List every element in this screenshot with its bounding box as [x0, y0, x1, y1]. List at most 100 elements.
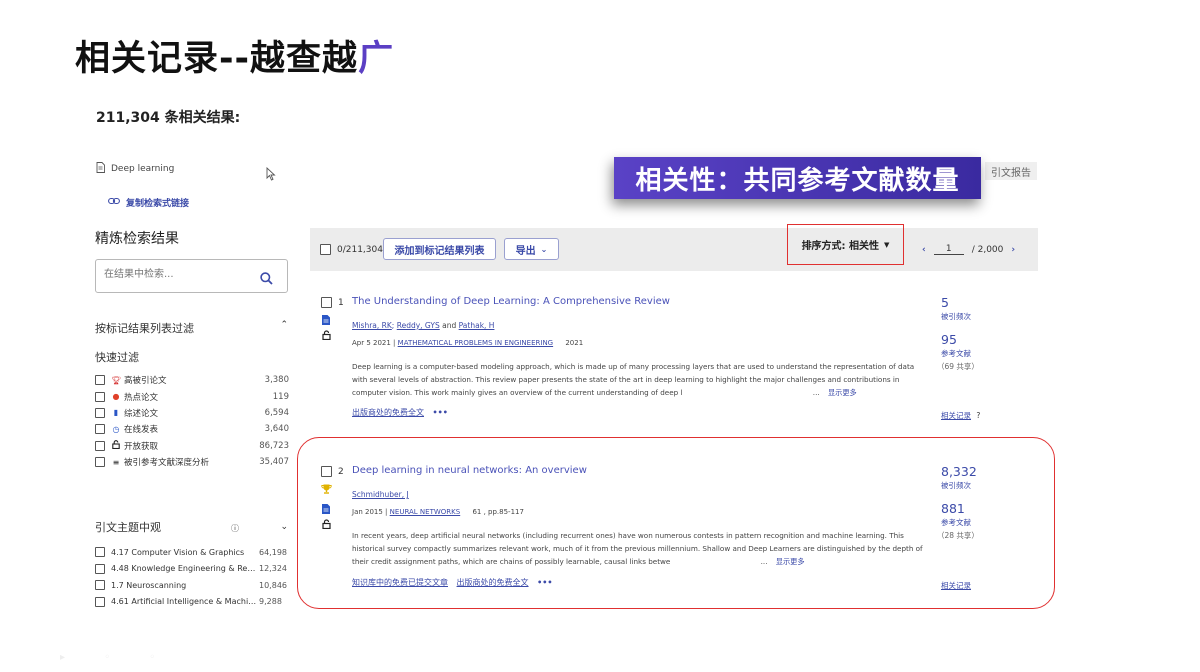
refine-search-input[interactable] — [102, 268, 256, 281]
refine-results-title: 精炼检索结果 — [95, 231, 179, 247]
record-date: Apr 5 2021 | — [352, 339, 396, 347]
quick-filter-label: 开放获取 — [124, 441, 159, 452]
refine-search-box[interactable] — [95, 259, 288, 293]
references-count[interactable]: 95 — [941, 332, 957, 347]
quick-filter-title: 快速过滤 — [95, 351, 139, 364]
document-icon: ▮ — [113, 408, 119, 418]
checkbox[interactable] — [95, 457, 105, 468]
page-input[interactable]: 1 — [933, 244, 964, 255]
link-icon — [108, 197, 120, 208]
checkbox[interactable] — [95, 424, 105, 435]
prev-page-icon[interactable]: ‹ — [922, 245, 926, 255]
times-cited-count[interactable]: 5 — [941, 295, 949, 310]
filter-by-marked-header[interactable]: 按标记结果列表过滤 ⌃ — [95, 320, 288, 336]
checkbox[interactable] — [95, 596, 105, 607]
info-icon[interactable]: ⓘ — [231, 524, 239, 533]
copy-link-label: 复制检索式链接 — [126, 199, 190, 209]
chevron-up-icon[interactable]: ⌃ — [280, 320, 288, 336]
caret-down-icon: ▼ — [884, 240, 890, 249]
query-text[interactable]: Deep learning — [111, 164, 174, 174]
citation-topic-item[interactable]: 4.17 Computer Vision & Graphics 64,198 — [95, 544, 289, 561]
quick-filter-count: 6,594 — [264, 407, 289, 418]
query-row: Deep learning — [96, 162, 174, 176]
record-select[interactable]: 1 — [321, 297, 344, 308]
mouse-cursor-icon — [266, 166, 276, 181]
quick-filter-count: 119 — [272, 391, 289, 402]
citation-topics-label: 引文主题中观 — [95, 521, 161, 534]
total-pages: / 2,000 — [971, 244, 1004, 255]
export-label: 导出 — [515, 245, 536, 257]
related-records-link[interactable]: 相关记录 ? — [941, 410, 980, 421]
author-link[interactable]: Reddy, GYS — [397, 321, 440, 330]
slide-title-accent: 广 — [358, 39, 395, 79]
citation-topic-item[interactable]: 4.61 Artificial Intelligence & Machine L… — [95, 594, 289, 611]
record-checkbox[interactable] — [321, 297, 332, 308]
add-to-marked-list-button[interactable]: 添加到标记结果列表 — [383, 238, 496, 260]
checkbox[interactable] — [95, 580, 105, 591]
quick-filter-hot-papers[interactable]: ● 热点论文 119 — [95, 388, 289, 404]
quick-filter-enriched-refs[interactable]: ≡ 被引参考文献深度分析 35,407 — [95, 454, 289, 470]
citation-report-button[interactable]: 引文报告 — [985, 162, 1037, 180]
search-icon[interactable] — [260, 270, 273, 289]
citation-topic-item[interactable]: 4.48 Knowledge Engineering & Represe... … — [95, 561, 289, 578]
list-fade — [90, 610, 300, 622]
export-button[interactable]: 导出 ⌄ — [504, 238, 559, 260]
unlock-icon — [322, 330, 331, 343]
shared-references: （69 共享） — [937, 362, 979, 371]
document-icon — [322, 315, 330, 328]
flame-icon: ● — [112, 392, 120, 402]
references-label: 参考文献 — [941, 349, 971, 358]
checkbox[interactable] — [95, 547, 105, 558]
author-link[interactable]: Mishra, RK — [352, 321, 392, 330]
citation-topic-count: 64,198 — [259, 547, 287, 557]
help-icon[interactable]: ? — [976, 411, 980, 420]
chevron-down-icon[interactable]: ⌄ — [280, 522, 288, 532]
slide-title-main: 相关记录--越查越 — [75, 39, 359, 79]
full-text-link[interactable]: 出版商处的免费全文 — [352, 408, 424, 417]
checkbox[interactable] — [95, 563, 105, 574]
checkbox[interactable] — [95, 407, 105, 418]
sort-by-dropdown[interactable]: 排序方式: 相关性 ▼ — [787, 224, 904, 265]
citation-topic-count: 12,324 — [259, 564, 287, 574]
more-options-icon[interactable]: ••• — [433, 408, 448, 417]
quick-filter-open-access[interactable]: 开放获取 86,723 — [95, 438, 289, 454]
record-extra: 2021 — [565, 339, 584, 347]
citation-topic-count: 10,846 — [259, 580, 287, 590]
checkbox[interactable] — [95, 375, 105, 386]
citation-topics-list: 4.17 Computer Vision & Graphics 64,198 4… — [95, 544, 289, 610]
clock-icon: ◷ — [112, 424, 120, 434]
copy-query-link-button[interactable]: 复制检索式链接 — [108, 196, 189, 209]
author-and: and — [442, 321, 457, 330]
quick-filter-count: 35,407 — [259, 457, 289, 468]
record-journal[interactable]: MATHEMATICAL PROBLEMS IN ENGINEERING — [398, 339, 553, 347]
related-records-label: 相关记录 — [941, 411, 971, 420]
citation-topic-item[interactable]: 1.7 Neuroscanning 10,846 — [95, 577, 289, 594]
show-more-link[interactable]: 显示更多 — [828, 388, 857, 397]
quick-filter-label: 在线发表 — [124, 425, 159, 436]
citation-topic-label: 1.7 Neuroscanning — [111, 580, 187, 590]
document-icon — [96, 162, 105, 176]
list-icon: ≡ — [112, 457, 120, 467]
trophy-icon: 🏆︎ — [111, 375, 122, 385]
citation-topics-title: 引文主题中观 ⓘ — [95, 519, 239, 535]
quick-filter-label: 热点论文 — [124, 392, 159, 403]
sort-label: 排序方式: 相关性 — [801, 241, 880, 252]
quick-filter-highly-cited[interactable]: 🏆︎ 高被引论文 3,380 — [95, 372, 289, 388]
next-page-icon[interactable]: › — [1011, 245, 1015, 255]
quick-filter-list: 🏆︎ 高被引论文 3,380 ● 热点论文 119 ▮ 综述论文 6,594 ◷… — [95, 372, 289, 470]
select-all-checkbox[interactable] — [320, 244, 331, 255]
citation-topics-header[interactable]: 引文主题中观 ⓘ ⌄ — [95, 519, 288, 535]
quick-filter-count: 3,640 — [264, 424, 289, 435]
quick-filter-early-access[interactable]: ◷ 在线发表 3,640 — [95, 421, 289, 437]
record-title[interactable]: The Understanding of Deep Learning: A Co… — [352, 296, 670, 307]
record-meta: Apr 5 2021 | MATHEMATICAL PROBLEMS IN EN… — [352, 339, 583, 347]
checkbox[interactable] — [95, 391, 105, 402]
footer-icons: ▸ ◦ ◦ — [60, 652, 174, 663]
author-link[interactable]: Pathak, H — [459, 321, 495, 330]
record-index: 1 — [338, 297, 344, 308]
record-abstract: Deep learning is a computer-based modeli… — [352, 361, 924, 399]
quick-filter-review-articles[interactable]: ▮ 综述论文 6,594 — [95, 405, 289, 421]
quick-filter-label: 高被引论文 — [124, 376, 167, 387]
checkbox[interactable] — [95, 440, 105, 451]
select-all[interactable]: 0/211,304 — [320, 244, 383, 255]
